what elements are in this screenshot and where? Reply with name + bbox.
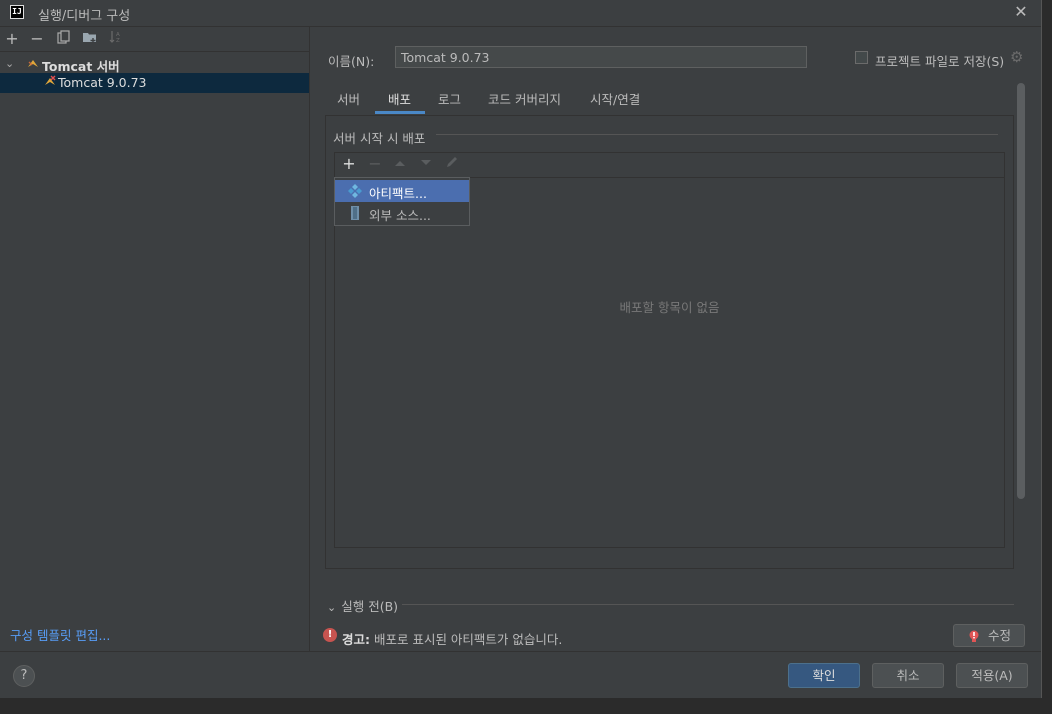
edit-pencil-icon[interactable] bbox=[443, 155, 461, 173]
name-input[interactable]: Tomcat 9.0.73 bbox=[395, 46, 807, 68]
configuration-editor: 이름(N): Tomcat 9.0.73 프로젝트 파일로 저장(S) ⚙ 서버… bbox=[311, 27, 1041, 651]
tomcat-icon bbox=[26, 57, 40, 74]
empty-list-message: 배포할 항목이 없음 bbox=[619, 300, 720, 315]
window-title: 실행/디버그 구성 bbox=[38, 9, 131, 24]
popup-item-artifact[interactable]: 아티팩트... bbox=[335, 180, 469, 202]
tab-server[interactable]: 서버 bbox=[337, 89, 360, 108]
deploy-section-title: 서버 시작 시 배포 bbox=[333, 131, 426, 146]
tree-item-label: Tomcat 9.0.73 bbox=[58, 75, 147, 90]
svg-text:Z: Z bbox=[116, 38, 120, 44]
edit-configuration-templates-link[interactable]: 구성 템플릿 편집... bbox=[10, 625, 110, 644]
fix-button[interactable]: 수정 bbox=[953, 624, 1025, 647]
warning-message: 경고: 배포로 표시된 아티팩트가 없습니다. bbox=[342, 629, 562, 648]
run-debug-configurations-dialog: IJ 실행/디버그 구성 ✕ + − AZ ⌄ Tomcat 서버 Tomcat… bbox=[0, 0, 1042, 698]
tab-startup-connection[interactable]: 시작/연결 bbox=[590, 89, 640, 108]
add-configuration-button[interactable]: + bbox=[3, 30, 21, 48]
toolbar-divider bbox=[0, 51, 310, 52]
artifact-icon bbox=[347, 183, 363, 199]
popup-item-external-source[interactable]: 외부 소스... bbox=[335, 202, 469, 224]
section-divider bbox=[436, 134, 998, 135]
before-launch-section[interactable]: ⌄ 실행 전(B) bbox=[327, 596, 398, 615]
sort-icon[interactable]: AZ bbox=[107, 30, 125, 48]
tomcat-config-icon bbox=[43, 75, 57, 92]
apply-button[interactable]: 적용(A) bbox=[956, 663, 1028, 688]
configuration-tree-panel: + − AZ ⌄ Tomcat 서버 Tomcat 9.0.73 구성 템플릿 … bbox=[0, 27, 310, 651]
background-editor-strip-bottom bbox=[0, 698, 1052, 714]
tree-group-tomcat[interactable]: ⌄ Tomcat 서버 bbox=[0, 54, 308, 74]
ok-button[interactable]: 확인 bbox=[788, 663, 860, 688]
dialog-button-bar: ? 확인 취소 적용(A) bbox=[0, 651, 1041, 698]
tab-code-coverage[interactable]: 코드 커버리지 bbox=[488, 89, 561, 108]
warning-prefix: 경고: bbox=[342, 632, 370, 647]
cancel-button[interactable]: 취소 bbox=[872, 663, 944, 688]
active-tab-indicator bbox=[375, 111, 425, 114]
add-deployment-button[interactable]: + bbox=[340, 155, 358, 173]
popup-item-label: 아티팩트... bbox=[369, 186, 427, 201]
tree-item-tomcat-9[interactable]: Tomcat 9.0.73 bbox=[0, 73, 309, 93]
tab-logs[interactable]: 로그 bbox=[438, 89, 461, 108]
gear-icon[interactable]: ⚙ bbox=[1010, 49, 1026, 65]
title-bar: IJ 실행/디버그 구성 ✕ bbox=[0, 0, 1041, 27]
copy-configuration-icon[interactable] bbox=[55, 30, 73, 48]
warning-text: 배포로 표시된 아티팩트가 없습니다. bbox=[373, 632, 563, 647]
store-as-project-file-label[interactable]: 프로젝트 파일로 저장(S) bbox=[875, 51, 1004, 70]
move-down-icon[interactable] bbox=[417, 155, 435, 173]
add-deployment-popup: 아티팩트... 외부 소스... bbox=[334, 177, 470, 226]
store-as-project-file-checkbox[interactable] bbox=[855, 51, 868, 64]
before-launch-label: 실행 전(B) bbox=[341, 599, 399, 614]
folder-icon[interactable] bbox=[81, 30, 99, 48]
background-editor-strip bbox=[1042, 0, 1052, 698]
move-up-icon[interactable] bbox=[391, 155, 409, 173]
external-source-icon bbox=[347, 205, 363, 221]
section-divider bbox=[402, 604, 1014, 605]
vertical-scrollbar[interactable] bbox=[1017, 83, 1025, 499]
intellij-app-icon: IJ bbox=[10, 5, 24, 19]
close-icon[interactable]: ✕ bbox=[1012, 3, 1030, 21]
chevron-down-icon[interactable]: ⌄ bbox=[5, 57, 14, 70]
fix-button-label: 수정 bbox=[988, 628, 1012, 643]
remove-deployment-button[interactable]: − bbox=[366, 155, 384, 173]
popup-item-label: 외부 소스... bbox=[369, 208, 431, 223]
tab-deployment[interactable]: 배포 bbox=[388, 89, 411, 108]
error-icon: ! bbox=[323, 628, 337, 642]
help-button[interactable]: ? bbox=[13, 665, 35, 687]
remove-configuration-button[interactable]: − bbox=[28, 30, 46, 48]
chevron-down-icon[interactable]: ⌄ bbox=[327, 601, 336, 614]
deployment-toolbar: + − bbox=[335, 153, 1004, 178]
fix-bulb-icon bbox=[968, 629, 980, 643]
name-label: 이름(N): bbox=[328, 54, 375, 69]
